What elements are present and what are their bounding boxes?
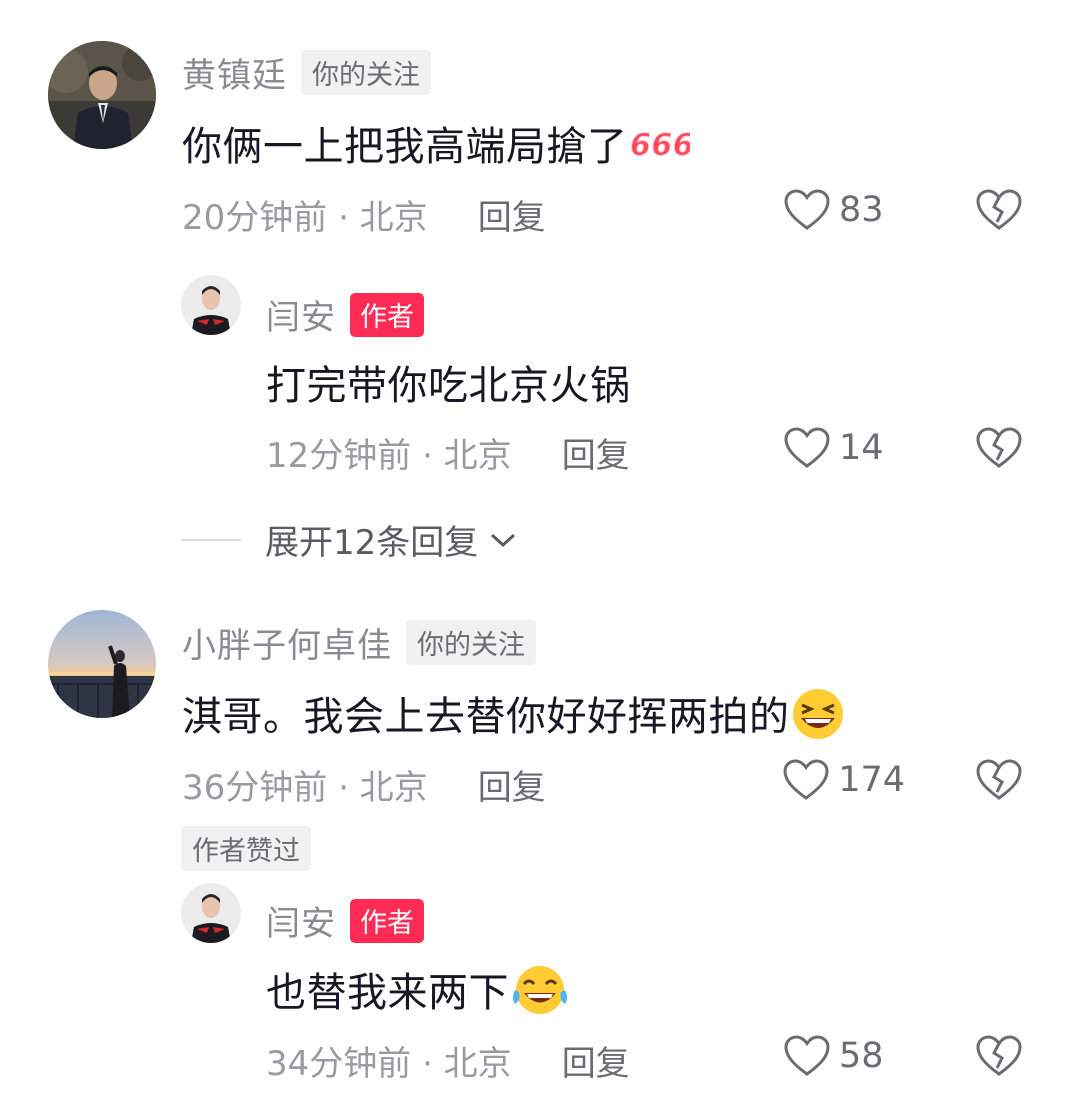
reply-2-1-text: 也替我来两下 bbox=[266, 960, 571, 1026]
reply-2-1-header: 闫安 作者 bbox=[266, 896, 424, 945]
comment-1-time-location: 20分钟前 · 北京 bbox=[182, 198, 428, 238]
avatar-yanan[interactable] bbox=[181, 275, 241, 335]
author-badge: 作者 bbox=[350, 898, 424, 943]
avatar-huang-image bbox=[48, 41, 156, 149]
reply-2-1-text-body: 也替我来两下 bbox=[266, 970, 509, 1016]
comment-2-reply-button[interactable]: 回复 bbox=[478, 760, 546, 809]
comment-2-meta: 36分钟前 · 北京 回复 bbox=[182, 760, 546, 809]
reply-2-1-username[interactable]: 闫安 bbox=[266, 896, 336, 945]
heart-outline-icon bbox=[784, 1035, 830, 1076]
broken-heart-icon bbox=[976, 427, 1022, 468]
reply-2-1-like-button[interactable]: 58 bbox=[783, 1034, 905, 1078]
author-badge: 作者 bbox=[350, 292, 424, 337]
avatar-huang[interactable] bbox=[48, 41, 156, 149]
reply-1-1-meta: 12分钟前 · 北京 回复 bbox=[266, 428, 630, 477]
comment-1-like-count: 83 bbox=[839, 190, 884, 230]
avatar-yanan-2[interactable] bbox=[181, 883, 241, 943]
comment-2-header: 小胖子何卓佳 你的关注 bbox=[182, 618, 536, 667]
avatar-he-image bbox=[48, 610, 156, 718]
following-badge: 你的关注 bbox=[301, 50, 431, 95]
chevron-down-icon bbox=[491, 533, 516, 547]
expand-replies-button[interactable]: 展开12条回复 bbox=[181, 515, 518, 564]
reply-1-1-header: 闫安 作者 bbox=[266, 290, 424, 339]
heart-outline-icon bbox=[784, 189, 830, 230]
comment-2-text: 淇哥。我会上去替你好好挥两拍的 bbox=[182, 684, 846, 750]
comment-1-like-button[interactable]: 83 bbox=[783, 188, 905, 232]
reply-1-1-like-button[interactable]: 14 bbox=[783, 426, 905, 470]
comment-1-meta: 20分钟前 · 北京 回复 bbox=[182, 190, 546, 239]
reply-2-1-reply-button[interactable]: 回复 bbox=[562, 1036, 630, 1085]
666-sticker-text: 666 bbox=[630, 128, 690, 163]
reply-2-1-meta: 34分钟前 · 北京 回复 bbox=[266, 1036, 630, 1085]
comment-1-text: 你俩一上把我高端局搶了 666 bbox=[182, 114, 694, 173]
broken-heart-icon bbox=[976, 1035, 1022, 1076]
broken-heart-icon bbox=[976, 759, 1022, 800]
comment-2-like-button[interactable]: 174 bbox=[782, 758, 905, 802]
broken-heart-icon bbox=[976, 189, 1022, 230]
reply-1-1-like-count: 14 bbox=[839, 428, 884, 468]
reply-1-1-time-location: 12分钟前 · 北京 bbox=[266, 436, 512, 476]
comment-2-dislike-button[interactable] bbox=[975, 758, 1023, 806]
expand-divider bbox=[181, 538, 241, 541]
expand-replies-label: 展开12条回复 bbox=[265, 523, 479, 563]
crying-laughing-emoji-icon bbox=[509, 964, 571, 1026]
comment-1-dislike-button[interactable] bbox=[975, 188, 1023, 236]
reply-2-1-like-count: 58 bbox=[839, 1036, 884, 1076]
comment-1-header: 黄镇廷 你的关注 bbox=[182, 48, 431, 97]
comment-2-text-body: 淇哥。我会上去替你好好挥两拍的 bbox=[182, 694, 790, 740]
heart-outline-icon bbox=[783, 759, 829, 800]
reply-1-1-username[interactable]: 闫安 bbox=[266, 290, 336, 339]
avatar-yanan-image bbox=[181, 275, 241, 335]
reply-2-1-dislike-button[interactable] bbox=[975, 1034, 1023, 1082]
comment-1-text-body: 你俩一上把我高端局搶了 bbox=[182, 124, 628, 170]
reply-1-1-reply-button[interactable]: 回复 bbox=[562, 428, 630, 477]
reply-1-1-text: 打完带你吃北京火锅 bbox=[266, 363, 631, 409]
comment-1-username[interactable]: 黄镇廷 bbox=[182, 48, 287, 97]
following-badge: 你的关注 bbox=[406, 620, 536, 665]
reply-1-1-dislike-button[interactable] bbox=[975, 426, 1023, 474]
heart-outline-icon bbox=[784, 427, 830, 468]
avatar-he[interactable] bbox=[48, 610, 156, 718]
laughing-emoji-icon bbox=[790, 688, 846, 750]
666-sticker-icon: 666 bbox=[628, 125, 694, 173]
author-liked-badge: 作者赞过 bbox=[181, 826, 311, 871]
comment-2-time-location: 36分钟前 · 北京 bbox=[182, 768, 428, 808]
comment-1-reply-button[interactable]: 回复 bbox=[478, 190, 546, 239]
comment-2-like-count: 174 bbox=[838, 760, 905, 800]
comment-2-username[interactable]: 小胖子何卓佳 bbox=[182, 618, 392, 667]
reply-2-1-time-location: 34分钟前 · 北京 bbox=[266, 1044, 512, 1084]
avatar-yanan-image bbox=[181, 883, 241, 943]
